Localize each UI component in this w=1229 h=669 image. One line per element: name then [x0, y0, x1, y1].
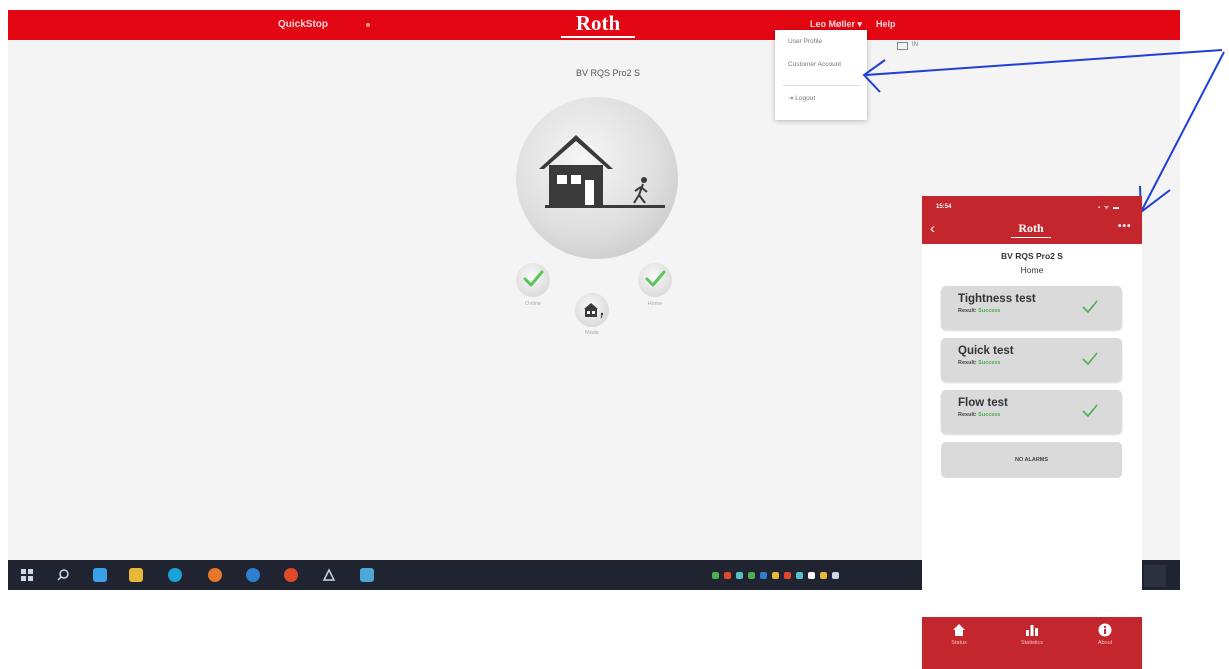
- windows-start-icon[interactable]: [20, 568, 34, 582]
- test-title: Tightness test: [958, 293, 1036, 305]
- result-value: Success: [978, 360, 1001, 366]
- nav-label: Statistics: [1020, 640, 1043, 646]
- home-icon: [953, 624, 965, 636]
- quick-test-card[interactable]: Quick test Result: Success: [941, 338, 1122, 382]
- checkmark-icon: [645, 270, 666, 287]
- pdf-app-icon[interactable]: [322, 568, 336, 582]
- battery-icon[interactable]: [832, 572, 839, 579]
- device-title: BV RQS Pro2 S: [575, 68, 641, 78]
- notification-icon[interactable]: [1144, 565, 1166, 587]
- firefox-icon[interactable]: [208, 568, 222, 582]
- mobile-bottom-nav: Status Statistics About: [922, 617, 1142, 669]
- more-options-icon[interactable]: •••: [1118, 221, 1132, 232]
- file-explorer-icon[interactable]: [129, 568, 143, 582]
- bar-chart-icon: [1026, 625, 1038, 636]
- nav-tab-status[interactable]: Status: [934, 623, 984, 646]
- test-title: Quick test: [958, 345, 1014, 357]
- roth-logo: Roth: [561, 12, 635, 38]
- result-label: Result:: [958, 308, 977, 314]
- home-status-button[interactable]: [638, 263, 672, 297]
- result-value: Success: [978, 308, 1001, 314]
- user-menu-toggle[interactable]: Leo Møller ▾: [810, 19, 862, 30]
- tray-icon[interactable]: [784, 572, 791, 579]
- monitor-label: IN: [912, 42, 918, 48]
- mode-label: Mode: [585, 330, 599, 336]
- alarms-button[interactable]: NO ALARMS: [941, 442, 1122, 478]
- checkmark-icon: [523, 270, 544, 287]
- mobile-app-screen: 15:54 ▪ ᯤ ▬ ‹ Roth ••• BV RQS Pro2 S Hom…: [922, 196, 1142, 616]
- people-app-icon[interactable]: [93, 568, 107, 582]
- top-navigation-bar: QuickStop Roth Leo Møller ▾ Help: [8, 10, 1180, 40]
- office-app-icon[interactable]: [284, 568, 298, 582]
- tray-icon[interactable]: [760, 572, 767, 579]
- monitor-icon[interactable]: [897, 42, 908, 50]
- nav-tab-statistics[interactable]: Statistics: [1007, 623, 1057, 646]
- edge-browser-icon[interactable]: [168, 568, 182, 582]
- small-house-icon: [584, 303, 604, 319]
- tray-icon[interactable]: [808, 572, 815, 579]
- result-label: Result:: [958, 412, 977, 418]
- checkmark-icon: [1082, 404, 1098, 418]
- house-walking-person-icon: [539, 135, 665, 208]
- dropdown-divider: [783, 85, 861, 86]
- tray-icon[interactable]: [748, 572, 755, 579]
- tightness-test-card[interactable]: Tightness test Result: Success: [941, 286, 1122, 330]
- device-subtitle: Home: [1020, 265, 1044, 275]
- tray-icon[interactable]: [724, 572, 731, 579]
- home-label: Home: [647, 301, 663, 307]
- status-bar-icons: ▪ ᯤ ▬: [1098, 205, 1120, 211]
- back-arrow-icon[interactable]: ‹: [930, 221, 935, 236]
- test-result: Result: Success: [958, 308, 1001, 314]
- tray-icon[interactable]: [820, 572, 827, 579]
- help-link[interactable]: Help: [876, 19, 896, 29]
- flow-test-card[interactable]: Flow test Result: Success: [941, 390, 1122, 434]
- menu-dot-icon[interactable]: [366, 23, 370, 27]
- checkmark-icon: [1082, 352, 1098, 366]
- dropdown-item-user-profile[interactable]: User Profile: [788, 38, 822, 45]
- dropdown-item-logout[interactable]: ⇥ Logout: [788, 94, 815, 102]
- tray-icon[interactable]: [772, 572, 779, 579]
- status-bar-time: 15:54: [936, 204, 952, 210]
- search-icon[interactable]: [56, 568, 70, 582]
- online-status-button[interactable]: [516, 263, 550, 297]
- result-value: Success: [978, 412, 1001, 418]
- checkmark-icon: [1082, 300, 1098, 314]
- mode-button[interactable]: [575, 293, 609, 327]
- nav-label: Status: [951, 640, 967, 646]
- tray-icon[interactable]: [712, 572, 719, 579]
- home-status-circle: [516, 97, 678, 259]
- roth-logo: Roth: [1011, 221, 1051, 238]
- app-name-link[interactable]: QuickStop: [278, 19, 328, 30]
- device-title: BV RQS Pro2 S: [1001, 251, 1063, 261]
- result-label: Result:: [958, 360, 977, 366]
- test-title: Flow test: [958, 397, 1008, 409]
- test-result: Result: Success: [958, 412, 1001, 418]
- cloud-tray-icon[interactable]: [796, 572, 803, 579]
- photos-app-icon[interactable]: [360, 568, 374, 582]
- nav-tab-about[interactable]: About: [1080, 623, 1130, 646]
- mobile-header: 15:54 ▪ ᯤ ▬ ‹ Roth •••: [922, 196, 1142, 244]
- dropdown-item-customer-account[interactable]: Customer Account: [788, 61, 841, 68]
- info-icon: [1098, 623, 1112, 637]
- online-label: Online: [525, 301, 541, 307]
- test-result: Result: Success: [958, 360, 1001, 366]
- nav-label: About: [1097, 640, 1113, 646]
- tray-icon[interactable]: [736, 572, 743, 579]
- user-dropdown-menu: User Profile Customer Account ⇥ Logout: [775, 30, 867, 120]
- remote-app-icon[interactable]: [246, 568, 260, 582]
